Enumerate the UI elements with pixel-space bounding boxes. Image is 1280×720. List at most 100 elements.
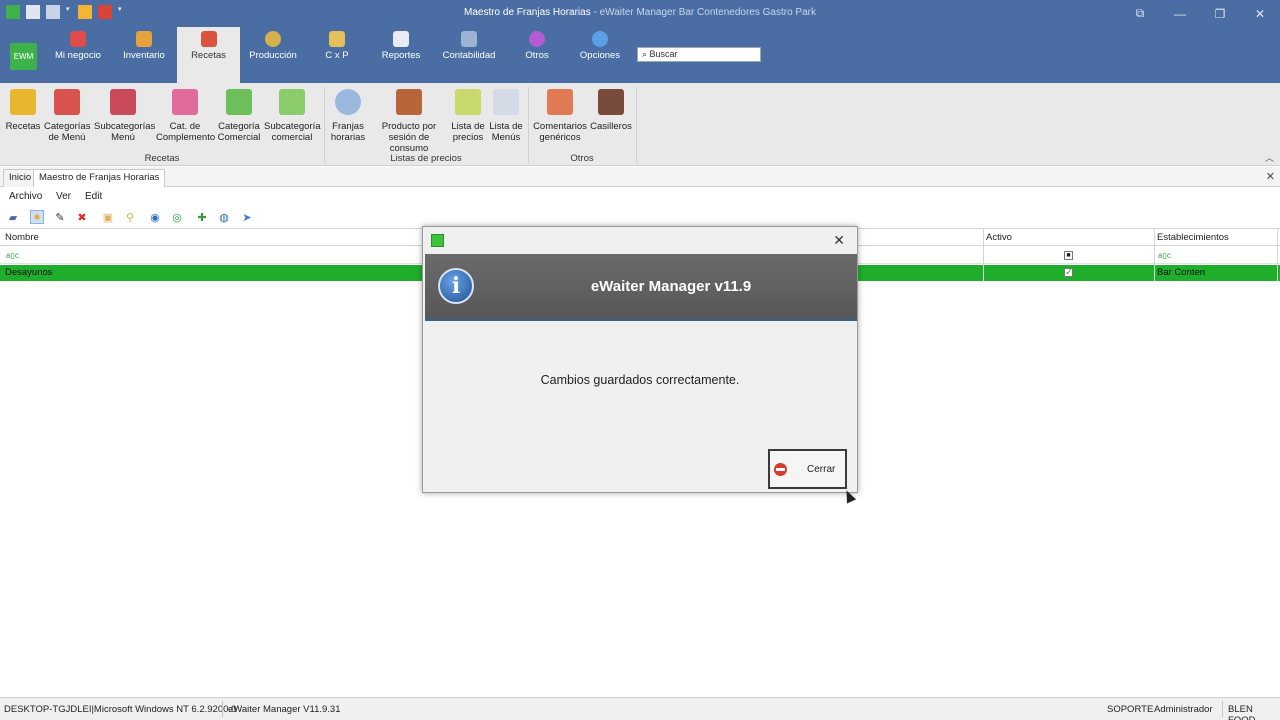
menu-archivo[interactable]: Archivo [9, 191, 42, 202]
ribbon-button-categorias-menu[interactable]: Categorías de Menú [44, 89, 90, 143]
column-header-establecimientos[interactable]: Establecimientos [1157, 232, 1229, 243]
tab-cxp[interactable]: C x P [318, 27, 356, 83]
print-icon[interactable]: ▰ [6, 210, 20, 224]
cell-establecimientos: Bar Conten [1157, 267, 1206, 278]
group-separator [636, 87, 637, 163]
button-label-2: comercial [271, 132, 313, 143]
ribbon-button-recetas[interactable]: Recetas [4, 89, 42, 132]
send-icon[interactable]: ➤ [240, 210, 254, 224]
title-bar: ▾ ▾ Maestro de Franjas Horarias - eWaite… [0, 0, 1280, 27]
ribbon-panel: Recetas Categorías de Menú Subcategorías M… [0, 83, 1280, 166]
ribbon-button-casilleros[interactable]: Casilleros [590, 89, 632, 132]
button-label: Cat. de [169, 121, 201, 132]
collapse-ribbon-icon[interactable]: ︿ [1265, 151, 1274, 164]
tab-produccion[interactable]: Producción [246, 27, 300, 83]
tab-label: C x P [325, 50, 349, 61]
menu-list-icon [493, 89, 519, 115]
close-window-button[interactable]: ✕ [1240, 0, 1280, 27]
search-input[interactable]: ⌕ Buscar [637, 47, 761, 62]
tab-mi-negocio[interactable]: Mi negocio [52, 27, 104, 83]
menu-edit[interactable]: Edit [85, 191, 102, 202]
filter-checkbox[interactable]: ■ [1064, 251, 1073, 260]
tab-maestro-franjas[interactable]: Maestro de Franjas Horarias [33, 169, 166, 187]
app-menu-button[interactable]: EWM [10, 43, 37, 70]
window-title-sub: - eWaiter Manager Bar Contenedores Gastr… [590, 7, 816, 18]
button-label-2: Complemento [156, 132, 216, 143]
window-title: Maestro de Franjas Horarias - eWaiter Ma… [0, 7, 1280, 18]
ribbon-button-lista-menus[interactable]: Lista de Menús [488, 89, 524, 143]
complement-icon [172, 89, 198, 115]
tab-label: Producción [249, 50, 297, 61]
menu-bar: Archivo Ver Edit [0, 188, 1280, 205]
search-icon[interactable]: ◉ [148, 210, 162, 224]
maximize-button[interactable]: ❐ [1200, 0, 1240, 27]
cerrar-button[interactable]: Cerrar [768, 449, 847, 489]
ribbon-button-lista-precios[interactable]: Lista de precios [450, 89, 486, 143]
payables-icon [329, 31, 345, 47]
status-support: SOPORTE [1107, 704, 1154, 715]
delete-icon[interactable]: ✖ [75, 210, 89, 224]
minimize-button[interactable]: — [1160, 0, 1200, 27]
ribbon-button-categoria-comercial[interactable]: Categoría Comercial [216, 89, 262, 143]
status-company: BLEN FOOD [1228, 704, 1255, 720]
menu-ver[interactable]: Ver [56, 191, 71, 202]
column-header-nombre[interactable]: Nombre [5, 232, 39, 243]
product-box-icon [396, 89, 422, 115]
new-icon[interactable]: ✷ [30, 210, 44, 224]
price-list-icon [455, 89, 481, 115]
accounting-icon [461, 31, 477, 47]
tab-recetas[interactable]: Recetas [177, 27, 240, 83]
dialog-close-button[interactable]: ✕ [833, 232, 845, 249]
restore-layout-button[interactable]: ⧉ [1120, 0, 1160, 27]
group-separator [324, 87, 325, 163]
status-user: Administrador [1154, 704, 1213, 715]
window-controls: ⧉ — ❐ ✕ [1120, 0, 1280, 27]
commercial-category-icon [226, 89, 252, 115]
comments-icon [547, 89, 573, 115]
ribbon-button-subcategorias-menu[interactable]: Subcategorías Menú [94, 89, 155, 143]
edit-icon[interactable]: ✎ [53, 210, 67, 224]
business-icon [70, 31, 86, 47]
export-icon[interactable]: ◍ [217, 210, 231, 224]
button-label-2: de Menú [48, 132, 86, 143]
status-separator [222, 701, 223, 717]
button-label: Subcategoría [264, 121, 321, 132]
cell-activo-checkbox[interactable]: ✓ [1064, 268, 1073, 277]
column-header-activo[interactable]: Activo [986, 232, 1012, 243]
tab-opciones[interactable]: Opciones [577, 27, 623, 83]
status-machine: DESKTOP-TGJDLEI|Microsoft Windows NT 6.2… [4, 704, 237, 715]
ribbon-button-comentarios-genericos[interactable]: Comentarios genéricos [532, 89, 588, 143]
refresh-icon[interactable]: ◎ [170, 210, 184, 224]
ribbon-button-producto-sesion[interactable]: Producto por sesión de consumo [370, 89, 448, 154]
dialog-title: eWaiter Manager v11.9 [590, 278, 752, 295]
reports-icon [393, 31, 409, 47]
recipes-icon [200, 31, 217, 47]
tab-otros[interactable]: Otros [518, 27, 556, 83]
ribbon-button-cat-complemento[interactable]: Cat. de Complemento [156, 89, 216, 143]
tab-label: Recetas [191, 50, 226, 61]
toolbar: ▰ ✷ ✎ ✖ ▣ ⚲ ◉ ◎ ✚ ◍ ➤ [0, 207, 1280, 227]
search-icon: ⌕ [642, 49, 650, 59]
tab-inventario[interactable]: Inventario [118, 27, 170, 83]
tab-reportes[interactable]: Reportes [378, 27, 424, 83]
button-label-2: precios [452, 132, 484, 143]
ribbon-button-subcategoria-comercial[interactable]: Subcategoría comercial [264, 89, 321, 143]
key-icon[interactable]: ⚲ [123, 210, 137, 224]
status-bar: DESKTOP-TGJDLEI|Microsoft Windows NT 6.2… [0, 697, 1280, 720]
group-separator [528, 87, 529, 163]
column-divider [1154, 229, 1155, 281]
production-icon [265, 31, 281, 47]
button-label: Comentarios [533, 121, 587, 132]
filter-icon[interactable]: a▯c [6, 251, 19, 260]
ribbon-button-franjas-horarias[interactable]: Franjas horarias [328, 89, 368, 143]
add-icon[interactable]: ✚ [195, 210, 209, 224]
filter-icon[interactable]: a▯c [1158, 251, 1171, 260]
tab-label: Reportes [381, 50, 421, 61]
tab-contabilidad[interactable]: Contabilidad [440, 27, 498, 83]
tab-label: Contabilidad [442, 50, 496, 61]
close-document-icon[interactable]: ✕ [1266, 170, 1275, 183]
lock-icon[interactable]: ▣ [101, 210, 115, 224]
tab-label: Inventario [123, 50, 165, 61]
button-label: Casilleros [590, 121, 632, 132]
group-label-otros: Otros [570, 153, 594, 164]
